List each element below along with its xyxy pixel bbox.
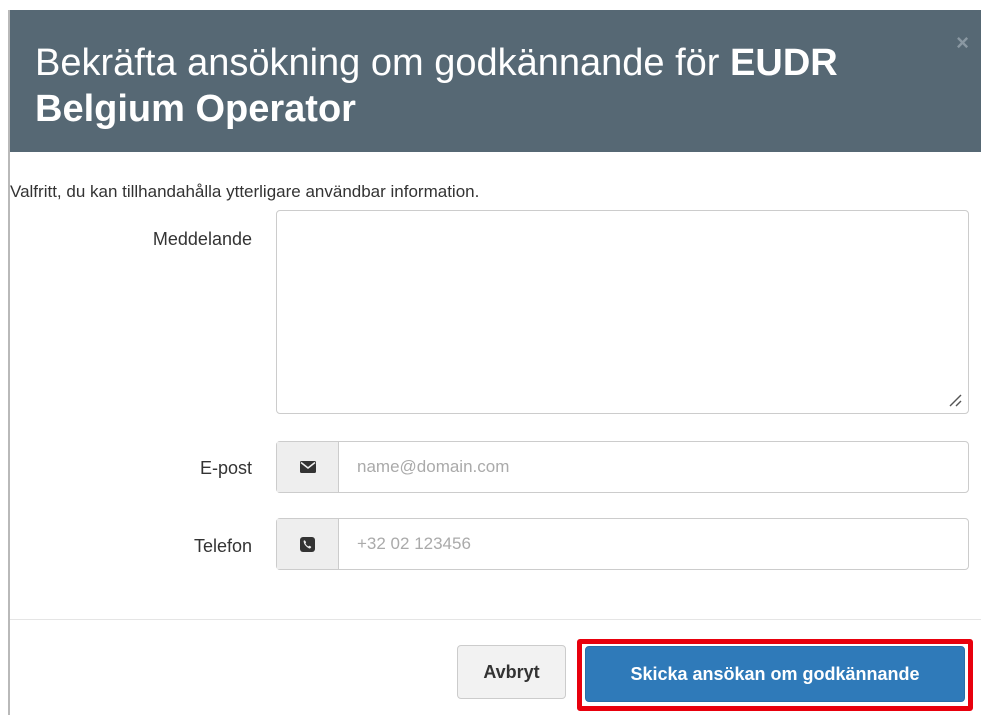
- cancel-button[interactable]: Avbryt: [457, 645, 566, 699]
- email-input-group: [276, 441, 969, 493]
- submit-approval-request-button[interactable]: Skicka ansökan om godkännande: [585, 646, 965, 702]
- close-icon[interactable]: ×: [956, 32, 969, 54]
- envelope-icon: [299, 461, 316, 473]
- phone-label: Telefon: [193, 536, 252, 556]
- phone-square-icon: [300, 536, 315, 552]
- message-label: Meddelande: [152, 229, 252, 249]
- email-label: E-post: [199, 458, 252, 478]
- approval-request-dialog: Bekräfta ansökning om godkännande för EU…: [0, 0, 981, 715]
- footer-divider: [10, 619, 981, 620]
- dialog-title-prefix: Bekräfta ansökning om godkännande för: [35, 42, 731, 84]
- email-input[interactable]: [339, 442, 968, 492]
- phone-input-group: [276, 518, 969, 570]
- phone-input[interactable]: [339, 519, 968, 569]
- email-addon: [277, 442, 339, 492]
- dialog-header: Bekräfta ansökning om godkännande för EU…: [10, 10, 981, 152]
- dialog-title: Bekräfta ansökning om godkännande för EU…: [35, 40, 915, 132]
- phone-addon: [277, 519, 339, 569]
- optional-info-text: Valfritt, du kan tillhandahålla ytterlig…: [10, 182, 480, 201]
- message-textarea[interactable]: [276, 210, 969, 414]
- resize-handle-icon[interactable]: [947, 392, 963, 408]
